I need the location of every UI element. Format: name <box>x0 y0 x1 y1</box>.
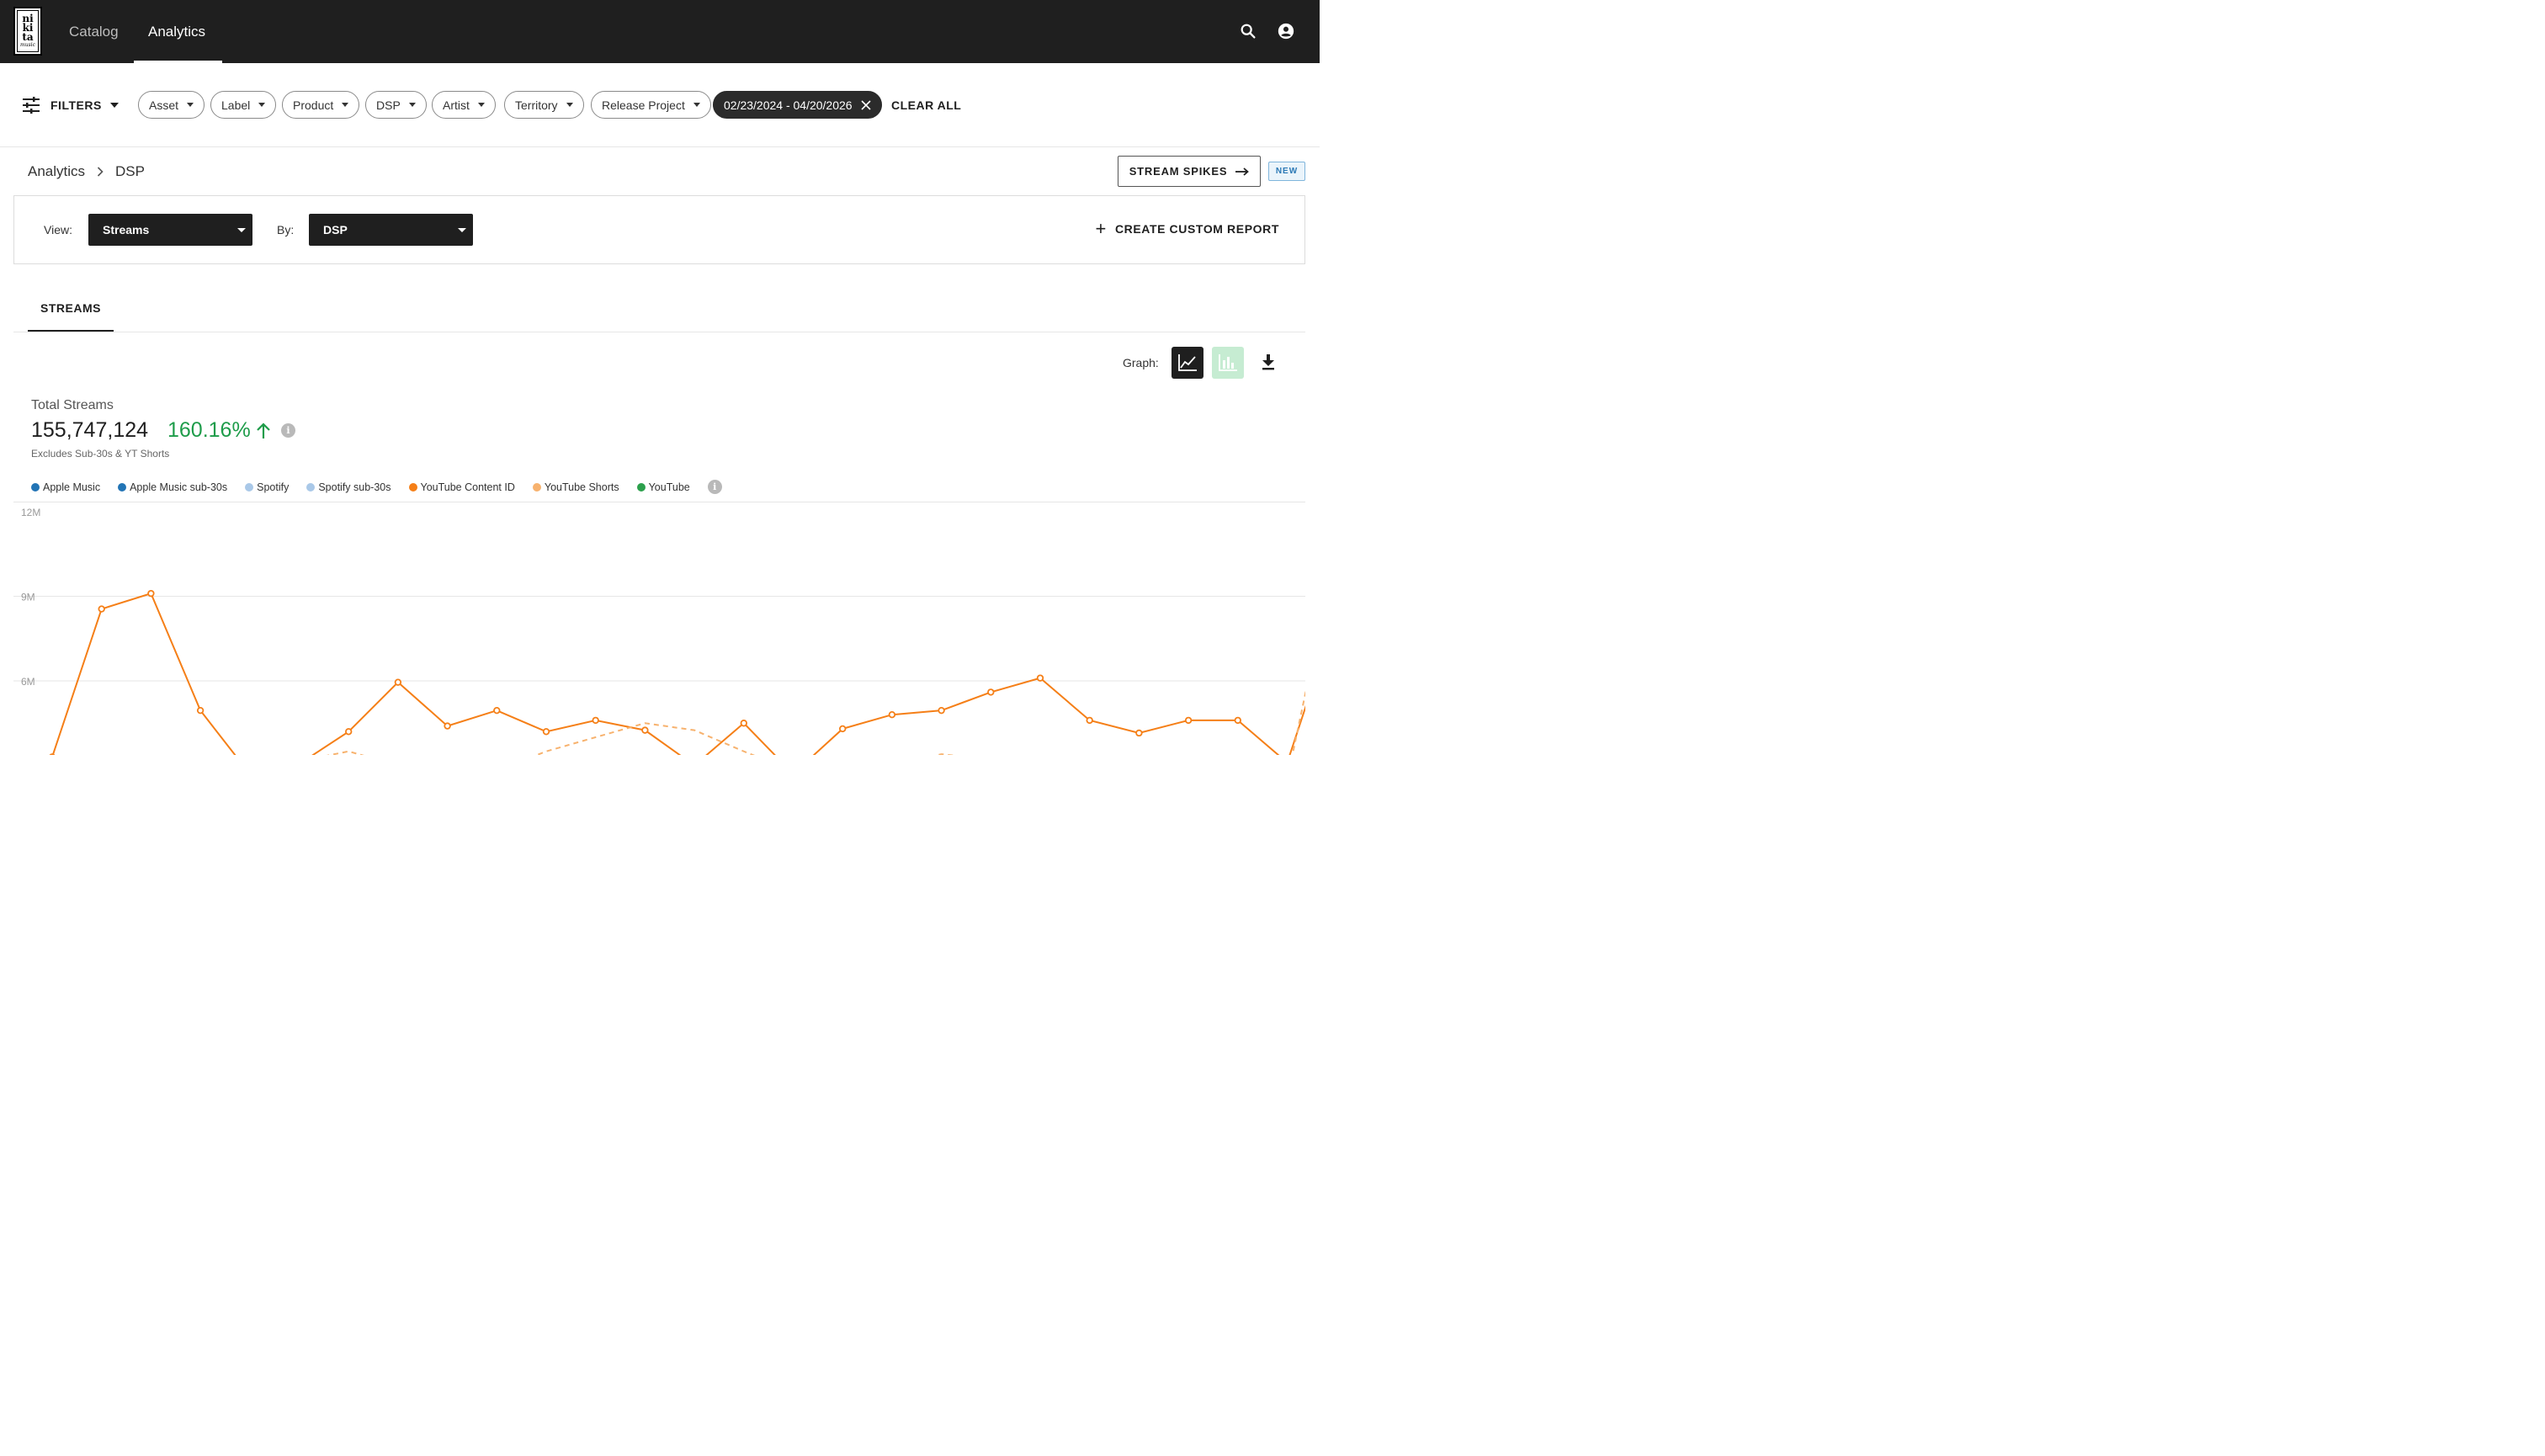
arrow-up-icon <box>256 422 270 438</box>
search-icon[interactable] <box>1239 22 1257 40</box>
bar-chart-icon <box>1219 354 1237 371</box>
plus-icon: + <box>1095 218 1107 239</box>
view-controls-panel: View: Streams By: DSP + CREATE CUSTOM RE… <box>13 195 1305 264</box>
data-point[interactable] <box>1234 716 1241 725</box>
filter-chip-release-project[interactable]: Release Project <box>591 91 711 119</box>
breadcrumb-analytics[interactable]: Analytics <box>28 163 85 180</box>
data-point[interactable] <box>592 716 599 725</box>
data-point[interactable] <box>1135 729 1143 737</box>
tab-streams[interactable]: STREAMS <box>28 301 114 315</box>
stream-spikes-button[interactable]: STREAM SPIKES <box>1118 156 1261 187</box>
legend-item-apple-music[interactable]: Apple Music <box>31 481 100 493</box>
legend-dot <box>408 482 417 492</box>
create-custom-report-button[interactable]: + CREATE CUSTOM REPORT <box>1095 218 1280 239</box>
breadcrumb: Analytics DSP <box>28 163 145 180</box>
chevron-down-icon <box>566 103 573 107</box>
data-point[interactable] <box>493 706 501 715</box>
chevron-right-icon <box>97 167 104 177</box>
nav-tab-catalog[interactable]: Catalog <box>69 0 119 63</box>
legend-item-apple-music-sub-30s[interactable]: Apple Music sub-30s <box>118 481 227 493</box>
account-circle-icon[interactable] <box>1277 22 1295 40</box>
data-point[interactable] <box>839 725 847 733</box>
chevron-down-icon <box>342 103 349 107</box>
chevron-down-icon <box>109 103 119 108</box>
chevron-down-icon <box>258 103 266 107</box>
data-point[interactable] <box>49 753 56 755</box>
filter-chip-date-range[interactable]: 02/23/2024 - 04/20/2026 <box>713 91 882 119</box>
legend-dot <box>532 482 541 492</box>
bar-graph-button[interactable] <box>1212 347 1244 379</box>
legend-item-youtube-shorts[interactable]: YouTube Shorts <box>532 481 619 493</box>
chevron-down-icon <box>458 228 466 232</box>
nav-tab-analytics[interactable]: Analytics <box>148 0 205 63</box>
data-point[interactable] <box>888 710 896 719</box>
chevron-down-icon <box>477 103 485 107</box>
breadcrumb-current: DSP <box>115 163 145 179</box>
legend-dot <box>31 482 40 492</box>
data-point[interactable] <box>196 706 205 715</box>
filter-chip-product[interactable]: Product <box>282 91 360 119</box>
y-tick-label: 6M <box>21 676 35 688</box>
data-point[interactable] <box>1184 716 1193 725</box>
legend-item-spotify-sub-30s[interactable]: Spotify sub-30s <box>306 481 391 493</box>
series-line-youtube-content-id <box>51 592 1305 755</box>
line-chart-icon <box>1178 354 1197 371</box>
legend-info-icon[interactable]: i <box>707 480 722 494</box>
filters-toggle[interactable]: FILTERS <box>22 97 119 114</box>
series-line-youtube-shorts <box>326 689 1305 755</box>
by-select[interactable]: DSP <box>309 214 473 246</box>
legend-item-youtube-content-id[interactable]: YouTube Content ID <box>408 481 515 493</box>
filter-chip-dsp[interactable]: DSP <box>365 91 427 119</box>
data-point[interactable] <box>98 605 105 613</box>
data-point[interactable] <box>641 726 649 734</box>
legend-dot <box>306 482 316 492</box>
data-point[interactable] <box>1036 674 1044 682</box>
streams-line-chart: 12M 9M 6M <box>13 502 1305 755</box>
data-point[interactable] <box>938 706 945 715</box>
clear-all-button[interactable]: CLEAR ALL <box>891 98 961 112</box>
data-point[interactable] <box>1086 716 1093 725</box>
data-point[interactable] <box>444 722 451 730</box>
data-point[interactable] <box>147 589 155 598</box>
data-point[interactable] <box>394 678 402 686</box>
y-tick-label: 9M <box>21 592 35 603</box>
data-point[interactable] <box>542 728 550 736</box>
total-streams-label: Total Streams <box>31 398 114 412</box>
legend-dot <box>245 482 254 492</box>
chevron-down-icon <box>237 228 246 232</box>
tune-sliders-icon <box>23 97 40 114</box>
filter-chip-asset[interactable]: Asset <box>138 91 205 119</box>
filter-chip-territory[interactable]: Territory <box>504 91 584 119</box>
new-badge: NEW <box>1268 162 1305 181</box>
legend-item-youtube[interactable]: YouTube <box>636 481 690 493</box>
download-icon[interactable] <box>1258 352 1278 372</box>
data-point[interactable] <box>740 720 747 727</box>
view-select[interactable]: Streams <box>88 214 252 246</box>
chevron-down-icon <box>408 103 416 107</box>
line-graph-button[interactable] <box>1172 347 1203 379</box>
legend-dot <box>118 482 127 492</box>
data-point[interactable] <box>987 688 995 696</box>
arrow-right-icon <box>1235 167 1250 176</box>
chart-legend: Apple Music Apple Music sub-30s Spotify … <box>31 480 722 494</box>
y-tick-label: 12M <box>21 507 40 518</box>
total-streams-note: Excludes Sub-30s & YT Shorts <box>31 448 170 460</box>
filter-chip-artist[interactable]: Artist <box>432 91 496 119</box>
filter-chip-label[interactable]: Label <box>210 91 277 119</box>
by-label: By: <box>277 223 295 236</box>
top-app-bar: ni ki ta music Catalog Analytics <box>0 0 1320 63</box>
info-icon[interactable]: i <box>281 423 295 438</box>
chevron-down-icon <box>693 103 700 107</box>
legend-dot <box>636 482 646 492</box>
legend-item-spotify[interactable]: Spotify <box>245 481 289 493</box>
graph-label: Graph: <box>1123 356 1159 369</box>
view-label: View: <box>44 223 72 236</box>
nikita-music-logo[interactable]: ni ki ta music <box>13 7 42 56</box>
chevron-down-icon <box>187 103 194 107</box>
filter-bar: FILTERS Asset Label Product DSP Artist T… <box>0 63 1320 147</box>
total-streams-change: 160.16% <box>167 418 271 443</box>
close-icon[interactable] <box>861 99 871 110</box>
total-streams-value: 155,747,124 <box>31 418 149 442</box>
data-point[interactable] <box>345 728 353 736</box>
